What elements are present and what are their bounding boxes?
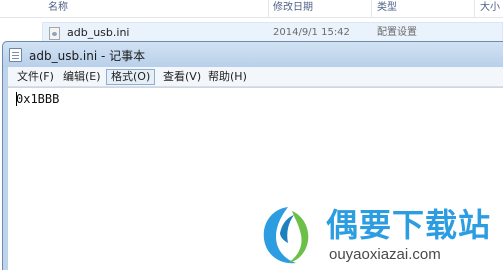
column-header-bar: 名称 修改日期 类型 大小 xyxy=(0,0,503,18)
column-divider[interactable] xyxy=(268,0,269,18)
menu-bar: 文件(F) 编辑(E) 格式(O) 查看(V) 帮助(H) xyxy=(8,67,503,87)
window-title: adb_usb.ini - 记事本 xyxy=(29,49,146,63)
title-bar[interactable]: adb_usb.ini - 记事本 xyxy=(3,42,503,67)
column-divider[interactable] xyxy=(474,0,475,18)
file-name: adb_usb.ini xyxy=(67,26,130,39)
file-type: 配置设置 xyxy=(377,27,417,38)
menu-format[interactable]: 格式(O) xyxy=(106,69,156,85)
watermark-logo-icon xyxy=(263,207,309,264)
watermark-title: 偶要下载站 xyxy=(326,206,492,244)
watermark-url: ouyaoxiazai.com xyxy=(329,246,441,263)
column-header-size[interactable]: 大小 xyxy=(480,0,500,18)
menu-edit[interactable]: 编辑(E) xyxy=(59,69,105,85)
column-header-name[interactable]: 名称 xyxy=(48,0,68,18)
menu-file[interactable]: 文件(F) xyxy=(13,69,58,85)
menu-view[interactable]: 查看(V) xyxy=(159,69,205,85)
menu-help[interactable]: 帮助(H) xyxy=(204,69,251,85)
editor-content[interactable]: 0x1BBB xyxy=(16,92,59,106)
notepad-app-icon[interactable] xyxy=(9,48,22,62)
file-modified-date: 2014/9/1 15:42 xyxy=(273,27,350,38)
site-watermark: 偶要下载站 ouyaoxiazai.com xyxy=(258,203,503,270)
column-header-type[interactable]: 类型 xyxy=(377,0,397,18)
column-header-modified[interactable]: 修改日期 xyxy=(273,0,313,18)
column-divider[interactable] xyxy=(371,0,372,18)
ini-file-icon xyxy=(49,27,60,40)
